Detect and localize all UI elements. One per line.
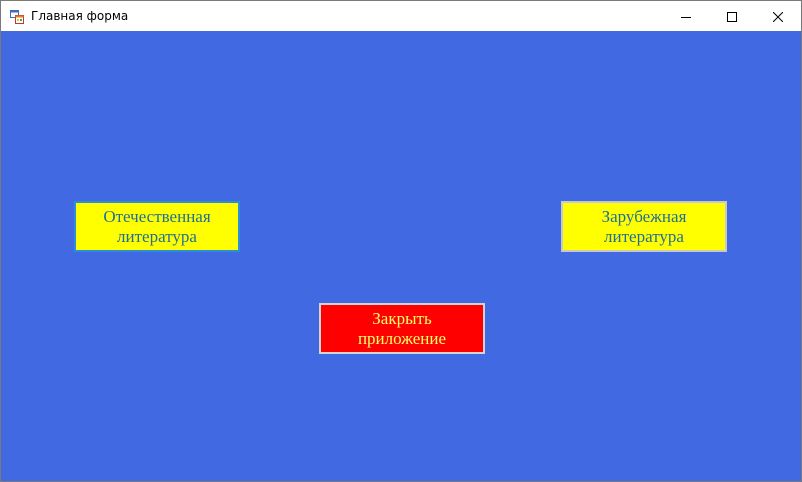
main-window: Главная форма Отечественная литература З… [0, 0, 802, 482]
foreign-literature-button[interactable]: Зарубежная литература [561, 201, 727, 252]
minimize-button[interactable] [663, 1, 709, 31]
maximize-icon [727, 7, 737, 26]
minimize-icon [681, 7, 691, 26]
form-app-icon [10, 9, 24, 24]
maximize-button[interactable] [709, 1, 755, 31]
window-title: Главная форма [31, 9, 129, 23]
close-application-button[interactable]: Закрыть приложение [319, 303, 485, 354]
close-icon [772, 7, 784, 26]
close-window-button[interactable] [755, 1, 801, 31]
title-bar[interactable]: Главная форма [1, 1, 801, 31]
form-client-area: Отечественная литература Зарубежная лите… [1, 31, 801, 481]
domestic-literature-button[interactable]: Отечественная литература [74, 201, 240, 252]
